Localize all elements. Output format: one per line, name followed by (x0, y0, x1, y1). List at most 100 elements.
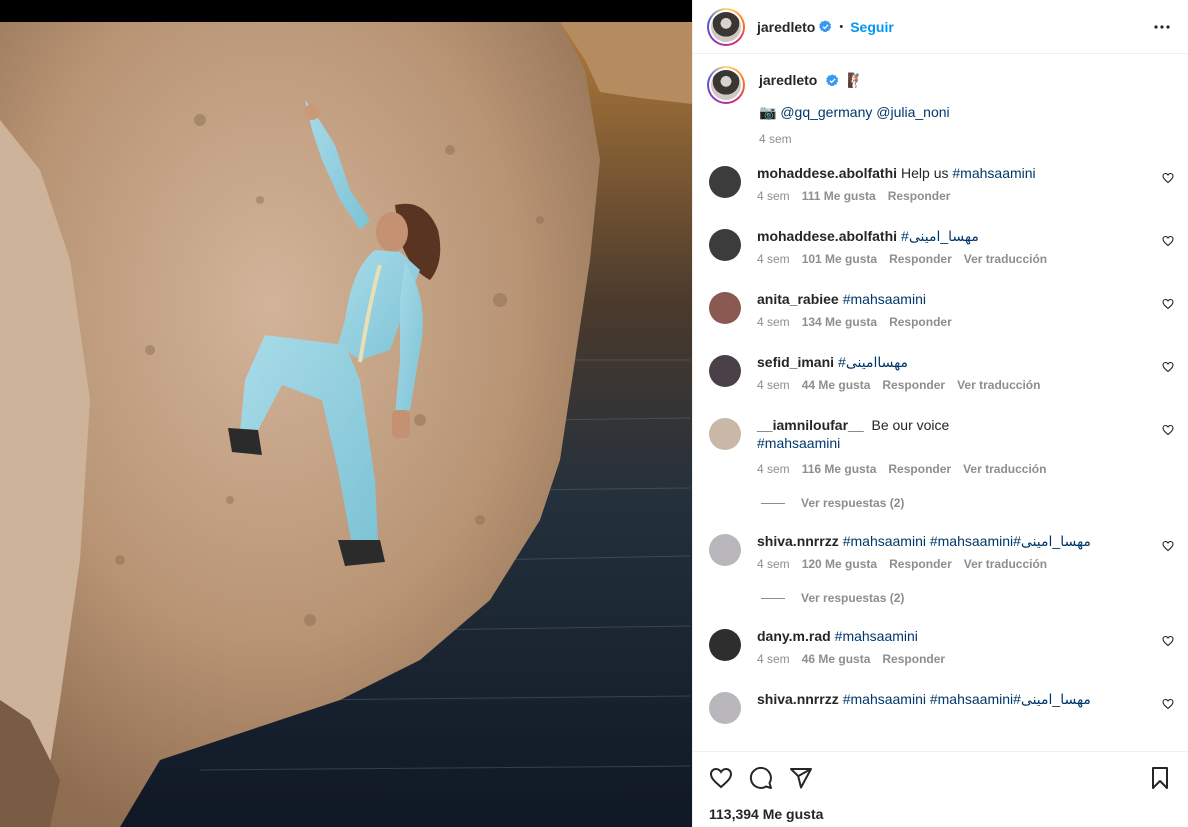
like-comment-heart-icon[interactable] (1162, 698, 1174, 710)
comment-likes[interactable]: 116 Me gusta (802, 462, 877, 476)
comment-time: 4 sem (757, 462, 790, 476)
like-heart-icon[interactable] (709, 766, 733, 790)
comment-likes[interactable]: 111 Me gusta (802, 189, 876, 203)
author-avatar[interactable] (707, 7, 745, 46)
comment-item: dany.m.rad #mahsaamini 4 sem 46 Me gusta Re… (707, 627, 1174, 666)
camera-emoji: 📷 (759, 104, 777, 120)
comment-username[interactable]: mohaddese.abolfathi (757, 228, 897, 244)
see-translation-button[interactable]: Ver traducción (964, 557, 1047, 571)
comment-item: mohaddese.abolfathi Help us #mahsaamini 4… (707, 164, 1174, 203)
comment-username[interactable]: sefid_imani (757, 354, 834, 370)
like-comment-heart-icon[interactable] (1162, 172, 1174, 184)
verified-badge-icon (819, 20, 832, 33)
comment-time: 4 sem (757, 378, 790, 392)
comment-username[interactable]: mohaddese.abolfathi (757, 165, 897, 181)
post-actions: 113,394 Me gusta (693, 751, 1188, 827)
comment-hashtag[interactable]: #mahsaamini (843, 291, 926, 307)
comment-hashtag[interactable]: #مهسا_امینی (901, 228, 979, 244)
like-comment-heart-icon[interactable] (1162, 424, 1174, 436)
comment-username[interactable]: dany.m.rad (757, 628, 831, 644)
commenter-avatar[interactable] (709, 355, 741, 387)
like-comment-heart-icon[interactable] (1162, 235, 1174, 247)
caption-avatar[interactable] (707, 66, 745, 104)
comment-text: Help us (901, 165, 949, 181)
comment-likes[interactable]: 120 Me gusta (802, 557, 877, 571)
comment-bubble-icon[interactable] (749, 766, 773, 790)
view-replies-label[interactable]: Ver respuestas (2) (801, 591, 904, 605)
reply-button[interactable]: Responder (889, 557, 952, 571)
comment-time: 4 sem (757, 652, 790, 666)
reply-button[interactable]: Responder (889, 252, 952, 266)
save-bookmark-icon[interactable] (1148, 766, 1172, 790)
share-send-icon[interactable] (789, 766, 813, 790)
like-comment-heart-icon[interactable] (1162, 361, 1174, 373)
view-replies-button[interactable]: Ver respuestas (2) (761, 496, 1174, 510)
see-translation-button[interactable]: Ver traducción (964, 252, 1047, 266)
comment-hashtag[interactable]: #mahsaamini #mahsaamini#مهسا_امینی (843, 691, 1091, 707)
like-comment-heart-icon[interactable] (1162, 298, 1174, 310)
see-translation-button[interactable]: Ver traducción (963, 462, 1046, 476)
comment-time: 4 sem (757, 189, 790, 203)
comment-item: sefid_imani #مهساامینی 4 sem 44 Me gusta Re… (707, 353, 1174, 392)
like-comment-heart-icon[interactable] (1162, 635, 1174, 647)
comment-hashtag[interactable]: #mahsaamini (835, 628, 918, 644)
comment-item: shiva.nnrrzz #mahsaamini #mahsaamini#مهسا… (707, 690, 1174, 724)
commenter-avatar[interactable] (709, 534, 741, 566)
replies-line (761, 597, 785, 599)
comment-username[interactable]: __iamniloufar__ (757, 417, 864, 433)
more-options-icon[interactable] (1150, 15, 1174, 39)
comment-item: mohaddese.abolfathi #مهسا_امینی 4 sem 101 … (707, 227, 1174, 266)
see-translation-button[interactable]: Ver traducción (957, 378, 1040, 392)
commenter-avatar[interactable] (709, 292, 741, 324)
mention-julia-noni[interactable]: @julia_noni (876, 104, 949, 120)
caption-username[interactable]: jaredleto (759, 72, 817, 88)
reply-button[interactable]: Responder (889, 315, 952, 329)
replies-line (761, 502, 785, 504)
comment-item: shiva.nnrrzz #mahsaamini #mahsaamini#مهسا… (707, 532, 1174, 571)
comment-item: __iamniloufar__ Be our voice #mahsaamini … (707, 416, 1174, 476)
view-replies-label[interactable]: Ver respuestas (2) (801, 496, 904, 510)
comment-text: Be our voice (871, 417, 950, 433)
reply-button[interactable]: Responder (888, 189, 951, 203)
instagram-post-modal: jaredleto • Seguir jaredleto 🧗🏽 📷 @gq_ge… (0, 0, 1188, 827)
comment-time: 4 sem (757, 315, 790, 329)
view-replies-button[interactable]: Ver respuestas (2) (761, 591, 1174, 605)
post-sidebar: jaredleto • Seguir jaredleto 🧗🏽 📷 @gq_ge… (692, 0, 1188, 827)
commenter-avatar[interactable] (709, 418, 741, 450)
comment-hashtag[interactable]: #mahsaamini #mahsaamini#مهسا_امینی (843, 533, 1091, 549)
comment-likes[interactable]: 44 Me gusta (802, 378, 871, 392)
mention-gq-germany[interactable]: @gq_germany (780, 104, 872, 120)
comment-username[interactable]: shiva.nnrrzz (757, 691, 839, 707)
like-comment-heart-icon[interactable] (1162, 540, 1174, 552)
comments-list[interactable]: jaredleto 🧗🏽 📷 @gq_germany @julia_noni 4… (693, 54, 1188, 751)
verified-badge-icon (825, 74, 838, 87)
commenter-avatar[interactable] (709, 229, 741, 261)
reply-button[interactable]: Responder (882, 652, 945, 666)
likes-count[interactable]: 113,394 Me gusta (709, 806, 1172, 822)
author-username[interactable]: jaredleto (757, 19, 815, 35)
post-caption: jaredleto 🧗🏽 📷 @gq_germany @julia_noni 4… (707, 66, 1174, 146)
comment-time: 4 sem (757, 252, 790, 266)
comment-time: 4 sem (757, 557, 790, 571)
comment-likes[interactable]: 46 Me gusta (802, 652, 871, 666)
comment-hashtag[interactable]: #مهساامینی (838, 354, 908, 370)
comment-likes[interactable]: 101 Me gusta (802, 252, 877, 266)
comment-username[interactable]: anita_rabiee (757, 291, 839, 307)
comment-hashtag[interactable]: #mahsaamini (757, 435, 840, 451)
reply-button[interactable]: Responder (882, 378, 945, 392)
comment-item: anita_rabiee #mahsaamini 4 sem 134 Me gust… (707, 290, 1174, 329)
comment-likes[interactable]: 134 Me gusta (802, 315, 877, 329)
caption-text: 📷 @gq_germany @julia_noni (759, 104, 950, 121)
commenter-avatar[interactable] (709, 692, 741, 724)
reply-button[interactable]: Responder (888, 462, 951, 476)
follow-button[interactable]: Seguir (850, 19, 894, 35)
comment-hashtag[interactable]: #mahsaamini (952, 165, 1035, 181)
commenter-avatar[interactable] (709, 166, 741, 198)
caption-time: 4 sem (759, 132, 792, 146)
comment-username[interactable]: shiva.nnrrzz (757, 533, 839, 549)
separator-dot: • (839, 20, 844, 33)
post-photo[interactable] (0, 0, 692, 827)
climber-emoji: 🧗🏽 (847, 72, 865, 88)
commenter-avatar[interactable] (709, 629, 741, 661)
post-image (0, 0, 692, 827)
